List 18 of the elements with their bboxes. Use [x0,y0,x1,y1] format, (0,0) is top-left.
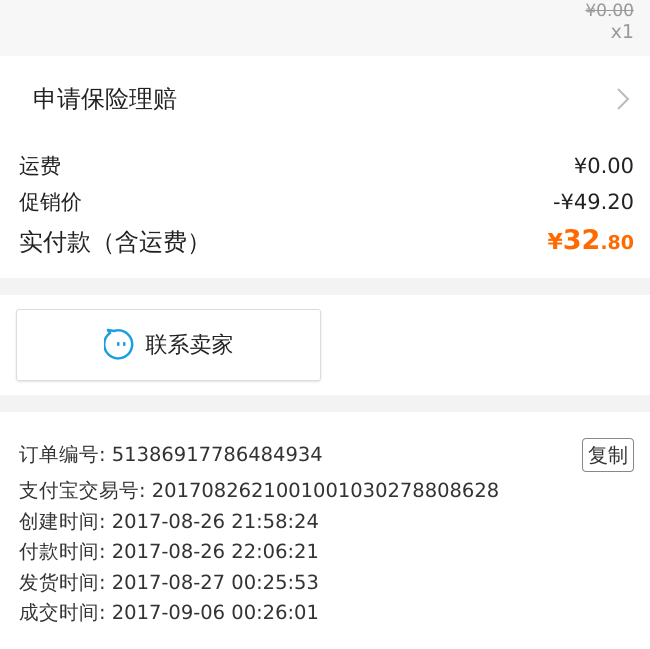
quantity: x1 [610,21,634,44]
order-info-line: 发货时间: 2017-08-27 00:25:53 [19,570,319,596]
chevron-right-icon [616,87,630,111]
total-amount: ¥32.80 [547,224,634,258]
fee-label: 运费 [19,153,61,180]
order-info-line: 付款时间: 2017-08-26 22:06:21 [19,539,319,565]
insurance-claim-link[interactable]: 申请保险理赔 [33,81,177,117]
fee-value: -¥49.20 [552,189,634,216]
order-info-line: 创建时间: 2017-08-26 21:58:24 [19,508,319,534]
fee-value: ¥0.00 [574,153,634,180]
order-info-line: 订单编号: 51386917786484934 [19,442,323,468]
contact-seller-button[interactable]: 联系卖家 [16,309,321,381]
original-price: ¥0.00 [585,1,634,22]
fee-label: 促销价 [19,189,82,216]
order-info-line: 成交时间: 2017-09-06 00:26:01 [19,600,319,626]
copy-button[interactable]: 复制 [582,438,634,472]
order-info-line: 支付宝交易号: 2017082621001001030278808628 [19,478,500,504]
total-label: 实付款（含运费） [19,227,211,258]
